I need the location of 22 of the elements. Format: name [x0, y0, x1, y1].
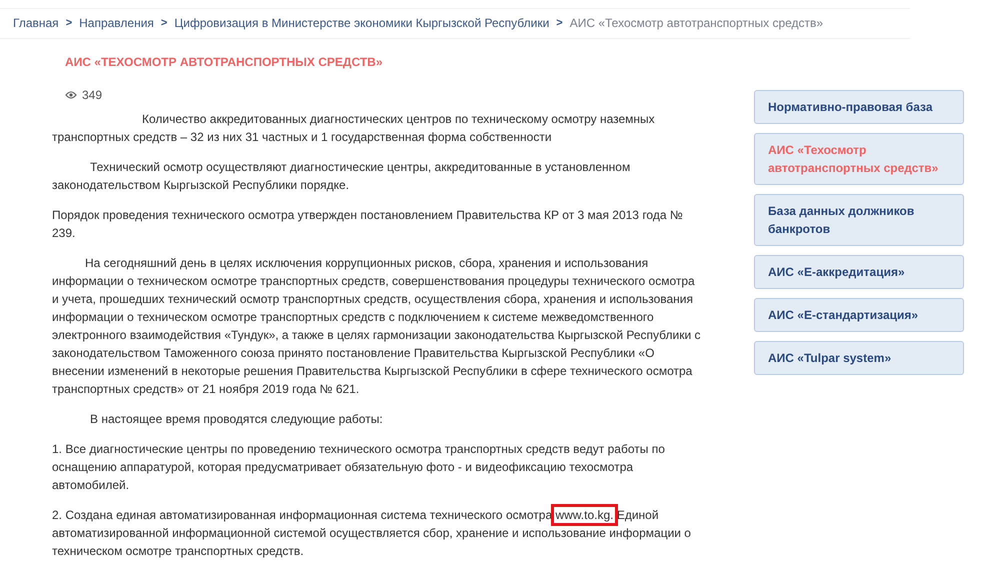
chevron-separator: >: [160, 17, 168, 29]
breadcrumb-link[interactable]: Цифровизация в Министерстве экономики Кыргызской Республики: [174, 16, 550, 30]
breadcrumb-link[interactable]: Направления: [79, 16, 154, 30]
sidebar-item[interactable]: АИС «E-аккредитация»: [754, 255, 964, 289]
sidebar-item[interactable]: Нормативно-правовая база: [754, 90, 964, 124]
paragraph: 1. Все диагностические центры по проведению технического осмотра транспортных средств ведут работы по оснащению аппаратурой, которая предусматривает обязательную фото - и видеофиксацию техосмотра автомобилей.: [52, 441, 666, 494]
sidebar-item[interactable]: АИС «E-стандартизация»: [754, 298, 964, 332]
article-title: АИС «ТЕХОСМОТР АВТОТРАНСПОРТНЫХ СРЕДСТВ»: [65, 55, 384, 69]
paragraph: 2. Создана единая автоматизированная информационная система технического осмотра www.to.kg. Единой автоматизированной информационной системой осуществляется сбор, хранение и использование информации о техническом осмотре транспортных средств.: [52, 506, 702, 560]
paragraph: На сегодняшний день в целях исключения коррупционных рисков, сбора, хранения и использования информации о техническом осмотре транспортных средств, совершенствования процедуры технического осмотра и учета, прошедших технический осмотр транспортных средств, осуществления сбора, хранения и использования информации о техническом осмотре транспортных средств с подключением к системе межведомственного электронного взаимодействия «Тундук», а также в целях гармонизации законодательства Кыргызской Республики с законодательством Таможенного союза принято постановление Правительства Кыргызской Республики «О внесении изменений в некоторые решения Правительства Кыргызской Республики в сфере технического осмотра транспортных средств» от 21 ноября 2019 года № 621.: [52, 255, 702, 398]
sidebar-item[interactable]: АИС «Tulpar system»: [754, 341, 964, 375]
breadcrumb-link[interactable]: АИС «Техосмотр автотранспортных средств»: [570, 16, 824, 30]
breadcrumb-link[interactable]: Главная: [13, 16, 59, 30]
paragraph: Количество аккредитованных диагностических центров по техническому осмотру наземных транспортных средств – 32 из них 31 частных и 1 государственная форма собственности: [52, 111, 656, 146]
eye-icon: [65, 91, 77, 99]
paragraph: В настоящее время проводятся следующие работы:: [89, 411, 384, 428]
chevron-separator: >: [66, 17, 72, 29]
chevron-separator: >: [556, 17, 563, 29]
sidebar-item[interactable]: База данных должников банкротов: [754, 194, 964, 246]
paragraph: Технический осмотр осуществляют диагностические центры, аккредитованные в установленном законодательством Кыргызской Республики порядке.: [52, 159, 632, 194]
paragraph: Порядок проведения технического осмотра утвержден постановлением Правительства КР от 3 мая 2013 года № 239.: [52, 207, 684, 242]
view-count: 349: [82, 88, 102, 102]
